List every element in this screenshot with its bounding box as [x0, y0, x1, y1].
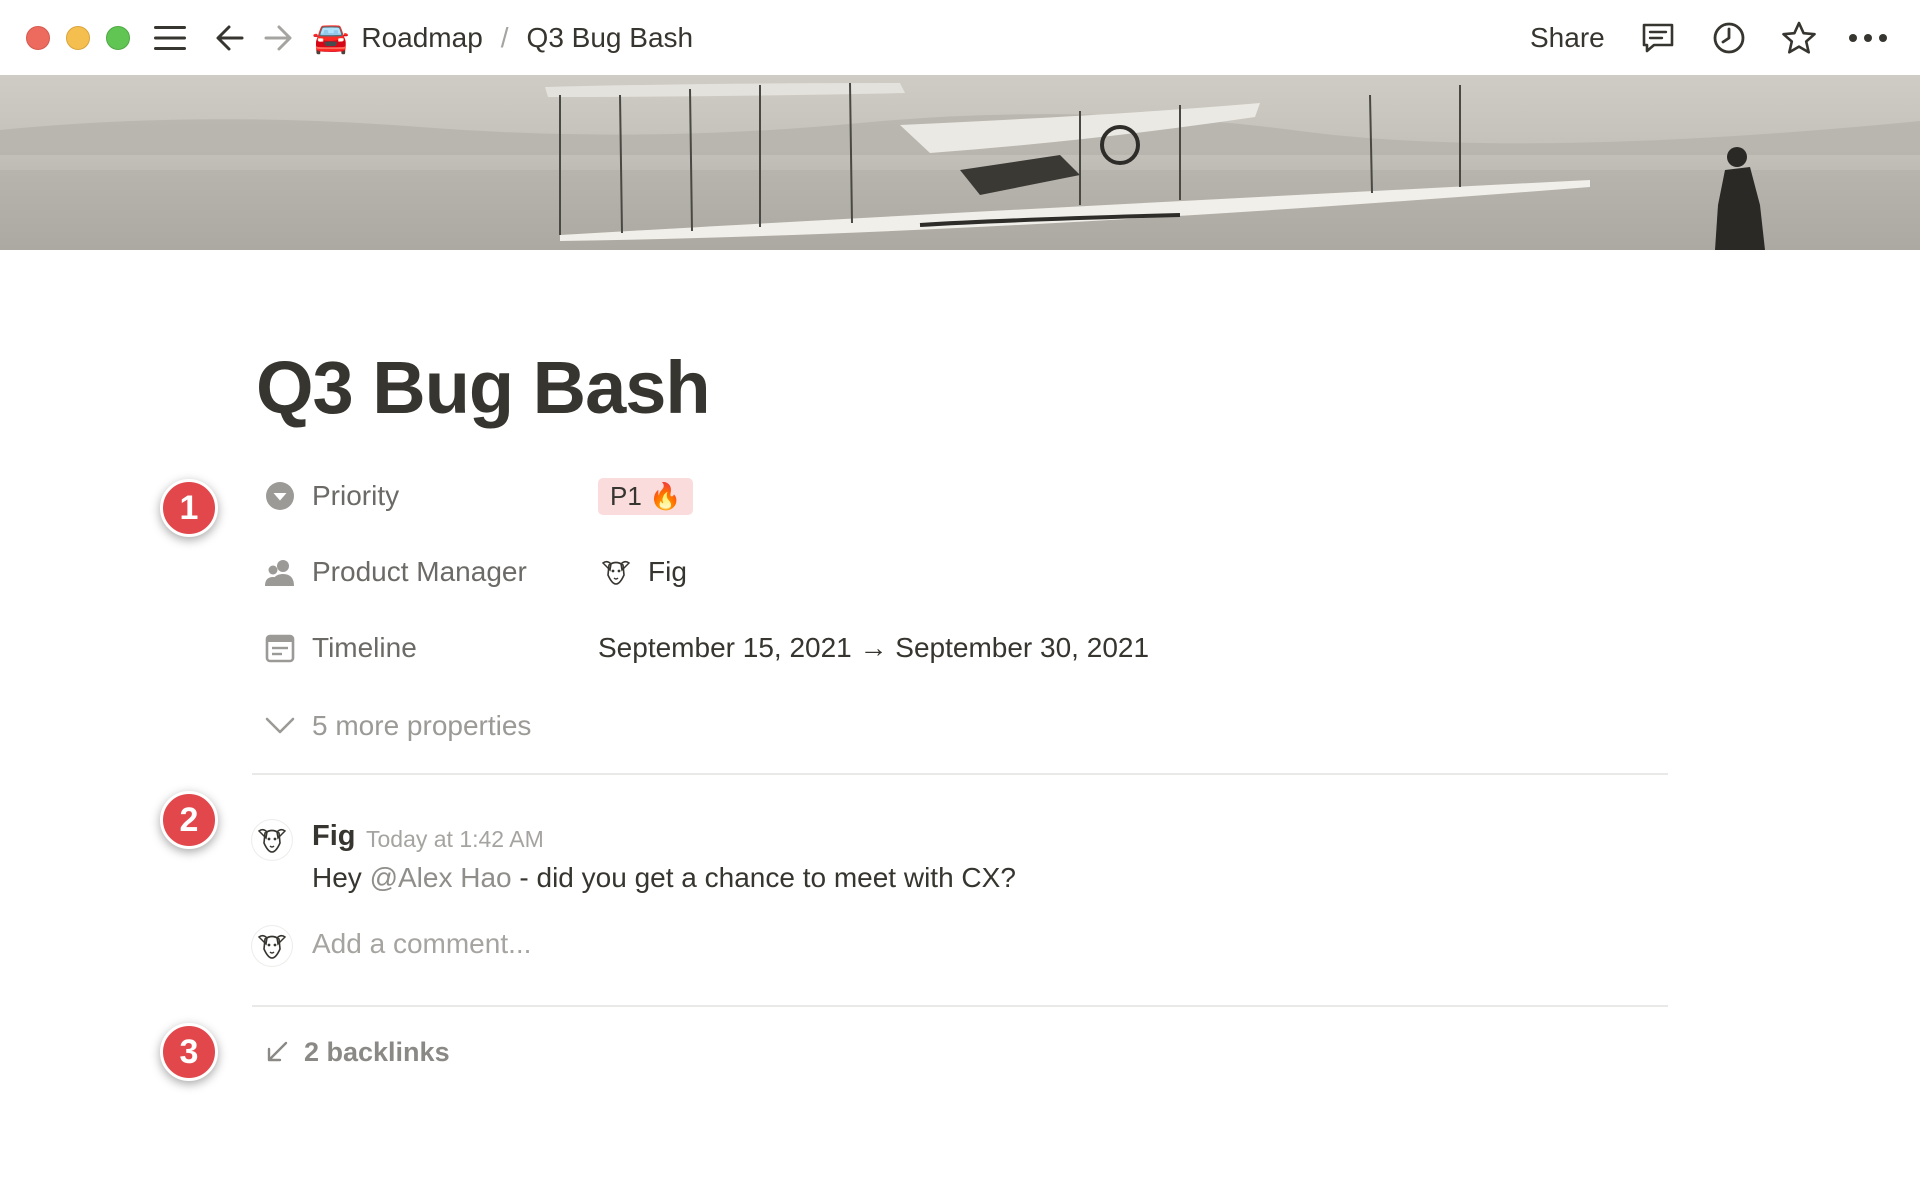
calendar-icon	[262, 630, 298, 666]
comment-author[interactable]: Fig	[312, 820, 356, 853]
window-zoom-button[interactable]	[106, 26, 130, 50]
current-user-avatar	[252, 926, 292, 966]
breadcrumb-separator: /	[500, 22, 509, 53]
property-value-product-manager[interactable]: Fig	[598, 554, 687, 590]
more-properties-toggle[interactable]: 5 more properties	[262, 701, 531, 751]
priority-tag[interactable]: P1 🔥	[598, 477, 694, 515]
cover-image-biplane	[0, 75, 1920, 250]
roadmap-car-icon[interactable]: 🚘	[312, 21, 349, 56]
favorite-star-icon[interactable]	[1779, 18, 1819, 58]
comment-author-avatar	[252, 820, 292, 860]
comment-text-start: Hey	[312, 862, 370, 893]
arrow-right-icon[interactable]	[258, 18, 298, 58]
breadcrumb-roadmap[interactable]: Roadmap	[361, 22, 482, 54]
divider	[252, 1005, 1668, 1007]
arrow-down-left-icon	[262, 1040, 292, 1064]
comment-icon[interactable]	[1638, 18, 1678, 58]
share-button[interactable]: Share	[1530, 18, 1605, 58]
avatar-icon	[257, 934, 287, 959]
page-title[interactable]: Q3 Bug Bash	[256, 345, 711, 430]
add-comment-input[interactable]: Add a comment...	[312, 928, 531, 960]
cover-image[interactable]	[0, 75, 1920, 250]
callout-badge-3: 3	[160, 1023, 218, 1081]
window-close-button[interactable]	[26, 26, 50, 50]
property-value-priority[interactable]: P1 🔥	[598, 477, 694, 515]
backlinks-button[interactable]: 2 backlinks	[262, 1030, 450, 1074]
property-row-priority[interactable]: Priority P1 🔥	[262, 471, 1662, 521]
person-name[interactable]: Fig	[648, 556, 687, 588]
window-minimize-button[interactable]	[66, 26, 90, 50]
avatar-icon	[257, 828, 287, 853]
comment-timestamp[interactable]: Today at 1:42 AM	[366, 826, 544, 853]
callout-badge-1: 1	[160, 479, 218, 537]
comment-text-end: - did you get a chance to meet with CX?	[511, 862, 1016, 893]
property-row-product-manager[interactable]: Product Manager Fig	[262, 547, 1662, 597]
title-bar: 🚘 Roadmap / Q3 Bug Bash Share	[0, 0, 1920, 75]
select-caret-icon	[262, 478, 298, 514]
property-row-timeline[interactable]: Timeline September 15, 2021 → September …	[262, 623, 1662, 673]
comment-body[interactable]: Hey @Alex Hao - did you get a chance to …	[312, 862, 1016, 894]
chevron-down-icon	[262, 717, 298, 735]
breadcrumb-current-page[interactable]: Q3 Bug Bash	[527, 22, 694, 54]
more-options-icon[interactable]	[1848, 18, 1888, 58]
property-label: Timeline	[312, 632, 417, 663]
divider	[252, 773, 1668, 775]
history-clock-icon[interactable]	[1709, 18, 1749, 58]
backlinks-label: 2 backlinks	[304, 1036, 450, 1067]
property-label: Product Manager	[312, 556, 527, 587]
hamburger-menu-icon[interactable]	[150, 18, 190, 58]
avatar	[598, 554, 634, 590]
breadcrumb: 🚘 Roadmap / Q3 Bug Bash	[312, 18, 693, 58]
user-mention[interactable]: @Alex Hao	[370, 862, 512, 893]
more-properties-label: 5 more properties	[312, 710, 532, 741]
property-label: Priority	[312, 480, 400, 511]
arrow-left-icon[interactable]	[210, 18, 250, 58]
person-icon	[262, 554, 298, 590]
callout-badge-2: 2	[160, 791, 218, 849]
property-value-timeline[interactable]: September 15, 2021 → September 30, 2021	[598, 632, 1149, 664]
